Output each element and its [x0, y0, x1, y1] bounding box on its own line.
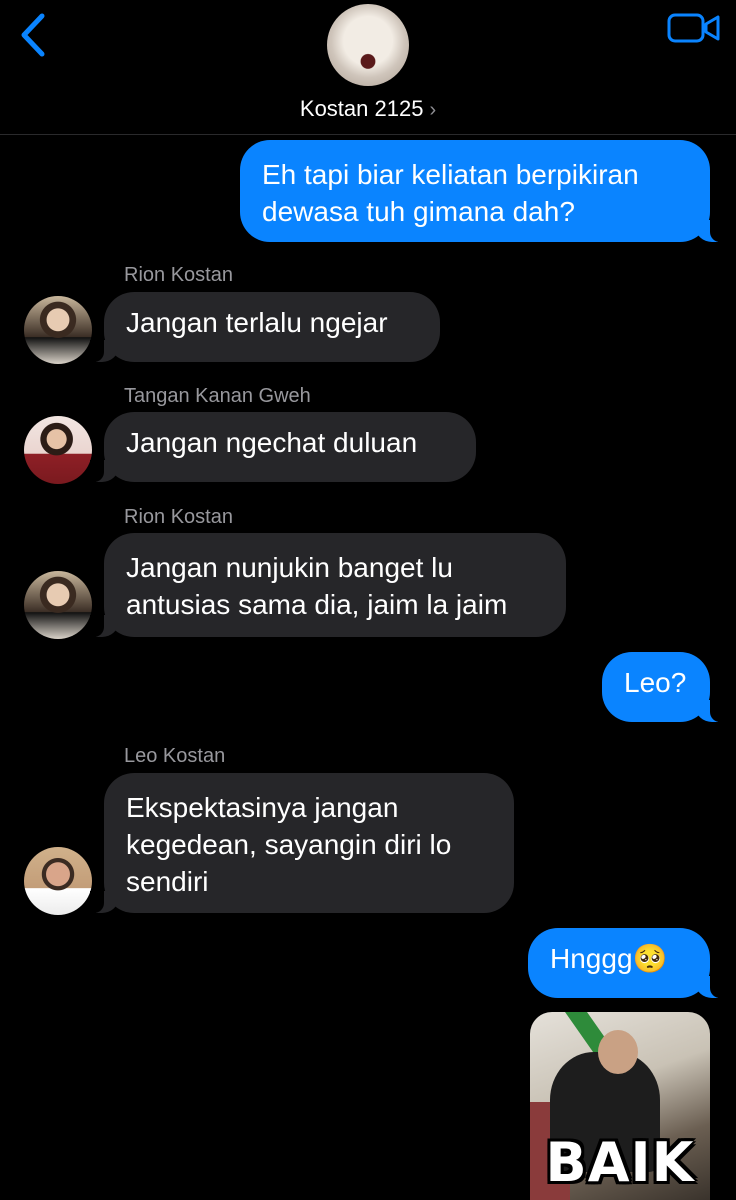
message-text-line: antusias sama dia, jaim la jaim [126, 589, 508, 620]
chat-header: Kostan 2125 › [0, 0, 736, 135]
sticker-head [598, 1030, 638, 1074]
video-camera-icon[interactable] [666, 10, 722, 46]
avatar-rion-kostan[interactable] [24, 571, 92, 639]
outgoing-message-bubble[interactable]: Leo? [602, 652, 724, 722]
incoming-message-bubble[interactable]: Jangan ngechat duluan [90, 412, 476, 482]
message-text-line: dewasa tuh gimana dah? [262, 196, 575, 227]
avatar-leo-kostan[interactable] [24, 847, 92, 915]
avatar-tangan-kanan-gweh[interactable] [24, 416, 92, 484]
incoming-message-bubble[interactable]: Jangan nunjukin banget lu antusias sama … [90, 533, 566, 637]
incoming-message-bubble[interactable]: Ekspektasinya jangan kegedean, sayangin … [90, 773, 514, 913]
group-title[interactable]: Kostan 2125 › [0, 96, 736, 122]
sender-name: Rion Kostan [124, 506, 233, 528]
message-text-line: Hnggg🥺 [550, 943, 668, 974]
message-text-line: Leo? [624, 667, 687, 698]
message-text-line: sendiri [126, 866, 209, 897]
message-text-line: Jangan terlalu ngejar [126, 307, 388, 338]
message-text-line: kegedean, sayangin diri lo [126, 829, 452, 860]
group-avatar[interactable] [327, 4, 409, 86]
sender-name: Tangan Kanan Gweh [124, 385, 311, 407]
outgoing-message-bubble[interactable]: Hnggg🥺 [528, 928, 724, 998]
message-text-line: Jangan ngechat duluan [126, 427, 418, 458]
sticker-image[interactable]: BAIK [530, 1012, 710, 1200]
incoming-message-bubble[interactable]: Jangan terlalu ngejar [90, 292, 440, 362]
sticker-caption: BAIK [545, 1131, 695, 1194]
sender-name: Leo Kostan [124, 745, 226, 767]
sender-name: Rion Kostan [124, 264, 233, 286]
avatar-rion-kostan[interactable] [24, 296, 92, 364]
group-name: Kostan 2125 [299, 96, 424, 121]
message-text-line: Jangan nunjukin banget lu [126, 552, 453, 583]
outgoing-message-bubble[interactable]: Eh tapi biar keliatan berpikiran dewasa … [240, 140, 724, 242]
message-text-line: Ekspektasinya jangan [126, 792, 399, 823]
chevron-right-icon: › [429, 99, 437, 121]
message-text-line: Eh tapi biar keliatan berpikiran [262, 159, 639, 190]
chevron-left-icon[interactable] [14, 10, 54, 60]
